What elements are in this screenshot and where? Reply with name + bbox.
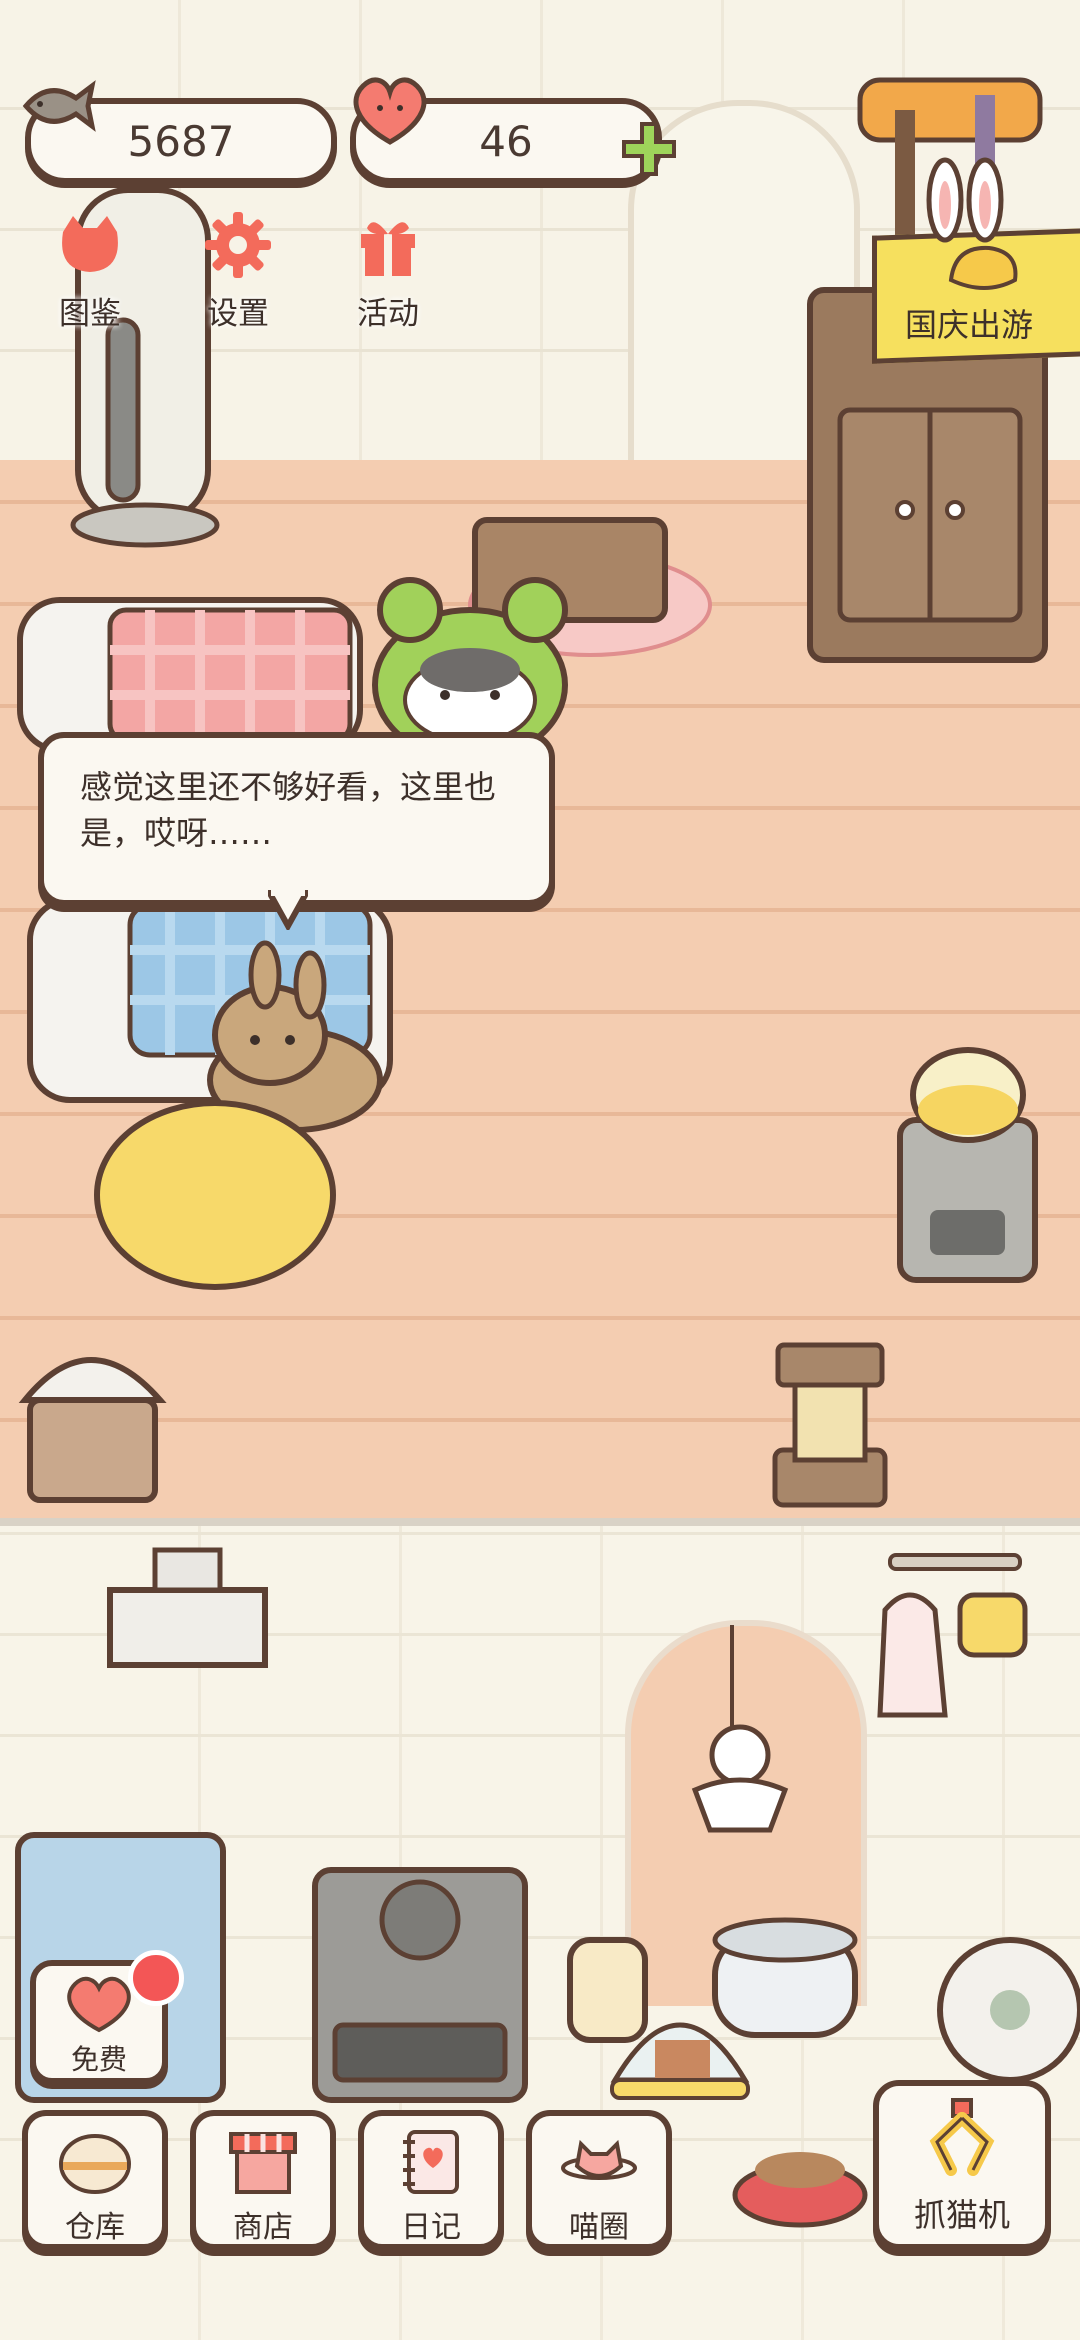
speech-text: 感觉这里还不够好看，这里也是，哎呀……: [80, 768, 497, 852]
claw-icon: [929, 2098, 995, 2176]
storage-button[interactable]: 仓库: [22, 2110, 168, 2250]
speech-bubble-tail: [268, 890, 308, 930]
notification-dot: [128, 1950, 184, 2006]
food-bowl: [732, 2152, 868, 2228]
gear-icon: [205, 212, 271, 278]
cat-face-icon: [62, 216, 118, 272]
claw-machine-button[interactable]: 抓猫机: [873, 2080, 1051, 2250]
oven[interactable]: [312, 1867, 528, 2103]
heart-icon: [67, 1976, 131, 2033]
diary-button[interactable]: 日记: [358, 2110, 504, 2250]
gift-icon: [361, 222, 415, 276]
diary-icon: [403, 2130, 459, 2194]
add-hearts-button[interactable]: [620, 120, 678, 178]
electric-kettle: [567, 1937, 648, 2043]
pink-cat-bed[interactable]: [17, 597, 363, 753]
free-label: 免费: [70, 2043, 127, 2076]
desk-fan: [937, 1937, 1080, 2083]
dumpling-icon: [948, 245, 1018, 290]
claw-machine-label: 抓猫机: [913, 2196, 1010, 2234]
cat-circle-label: 喵圈: [569, 2210, 629, 2245]
trash-bin[interactable]: [18, 1357, 167, 1503]
fish-icon: [22, 80, 96, 132]
kettle-stove[interactable]: [897, 1047, 1038, 1283]
shop-button[interactable]: 商店: [190, 2110, 336, 2250]
settings-label: 设置: [207, 296, 269, 332]
event-label: 国庆出游: [905, 306, 1034, 344]
cat-planet-icon: [561, 2139, 637, 2180]
events-label: 活动: [357, 296, 419, 332]
storage-label: 仓库: [65, 2210, 125, 2245]
hanging-ghost: [691, 1625, 789, 1833]
shop-label: 商店: [233, 2210, 293, 2245]
apron-rack: [877, 1553, 1028, 1718]
diary-label: 日记: [401, 2210, 461, 2245]
events-button[interactable]: 活动: [328, 210, 448, 333]
heart-count: 46: [479, 116, 533, 166]
yellow-beanbag: [94, 1100, 336, 1290]
scratching-post[interactable]: [772, 1342, 888, 1508]
heart-currency-icon: [353, 77, 427, 145]
collection-button[interactable]: 图鉴: [30, 210, 150, 333]
fish-count: 5687: [127, 116, 235, 166]
storage-icon: [59, 2134, 131, 2194]
settings-button[interactable]: 设置: [178, 210, 298, 333]
bunny-ears-decoration: [926, 157, 1004, 243]
shop-icon: [229, 2132, 297, 2194]
cat-circle-button[interactable]: 喵圈: [526, 2110, 672, 2250]
rice-cooker[interactable]: [712, 1917, 858, 2038]
range-hood: [107, 1547, 268, 1668]
collection-label: 图鉴: [59, 296, 121, 332]
